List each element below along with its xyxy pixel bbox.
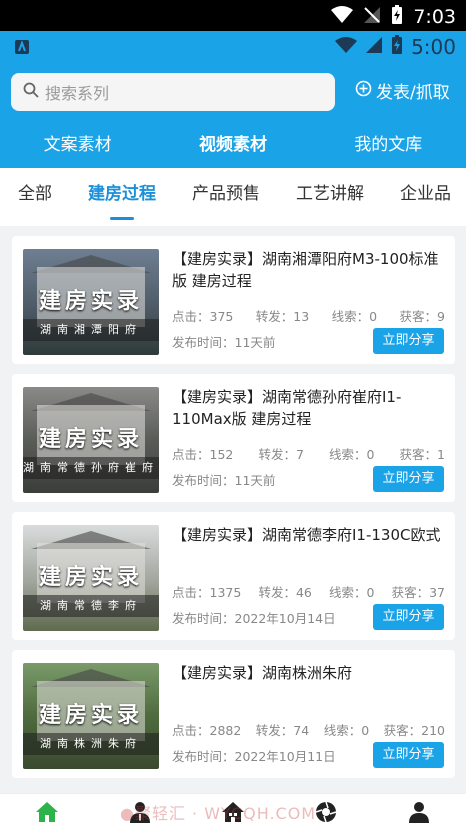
system-status-bar: 7:03 bbox=[0, 0, 466, 31]
share-now-button[interactable]: 立即分享 bbox=[373, 466, 444, 492]
battery-charging-icon bbox=[391, 5, 403, 29]
signal-icon bbox=[365, 36, 383, 58]
video-thumbnail[interactable]: 建房实录 湖南常德孙府崔府 bbox=[23, 387, 159, 493]
tab-copy-materials[interactable]: 文案素材 bbox=[0, 125, 155, 165]
watermark: ●聚轻汇 · WYCQH.COM bbox=[120, 804, 317, 823]
video-thumbnail[interactable]: 建房实录 湖南常德李府 bbox=[23, 525, 159, 631]
tab-construction-process[interactable]: 建房过程 bbox=[88, 168, 156, 226]
post-fetch-button[interactable]: 发表/抓取 bbox=[355, 78, 450, 103]
thumbnail-title: 建房实录 bbox=[38, 288, 143, 314]
clicks-count: 点击：152 bbox=[172, 447, 234, 462]
list-item[interactable]: 建房实录 湖南常德李府 【建房实录】湖南常德李府I1-130C欧式 点击：137… bbox=[12, 512, 455, 640]
video-title: 【建房实录】湖南常德孙府崔府I1-110Max版 建房过程 bbox=[172, 388, 402, 428]
aperture-icon bbox=[314, 800, 338, 828]
shares-count: 转发：13 bbox=[255, 309, 310, 324]
clicks-count: 点击：2882 bbox=[172, 723, 242, 738]
tab-product-presale[interactable]: 产品预售 bbox=[192, 168, 260, 226]
leads-count: 线索：0 bbox=[329, 447, 375, 462]
publish-time: 发布时间：11天前 bbox=[172, 473, 276, 488]
list-item[interactable]: 建房实录 湖南湘潭阳府 【建房实录】湖南湘潭阳府M3-100标准版 建房过程 点… bbox=[12, 236, 455, 364]
leads-count: 线索：0 bbox=[329, 585, 375, 600]
leads-count: 线索：0 bbox=[323, 723, 370, 738]
search-icon bbox=[23, 82, 39, 102]
plus-circle-icon bbox=[355, 80, 372, 102]
app-notification-icon bbox=[14, 39, 30, 59]
no-signal-icon bbox=[363, 6, 381, 28]
wifi-icon bbox=[335, 36, 358, 58]
thumbnail-subtitle: 湖南常德李府 bbox=[23, 595, 159, 617]
battery-icon bbox=[391, 35, 403, 59]
system-time: 7:03 bbox=[413, 6, 456, 28]
nav-home[interactable] bbox=[27, 794, 67, 833]
video-stats: 点击：152 转发：7 线索：0 获客：1 bbox=[172, 444, 445, 463]
search-input[interactable]: 搜索系列 bbox=[11, 73, 335, 111]
video-thumbnail[interactable]: 建房实录 湖南株洲朱府 bbox=[23, 663, 159, 769]
thumbnail-subtitle: 湖南常德孙府崔府 bbox=[23, 457, 159, 479]
app-time: 5:00 bbox=[411, 35, 456, 59]
user-icon bbox=[407, 800, 431, 828]
search-placeholder: 搜索系列 bbox=[45, 84, 110, 103]
customers-count: 获客：1 bbox=[399, 447, 445, 462]
video-stats: 点击：1375 转发：46 线索：0 获客：37 bbox=[172, 582, 445, 601]
list-item[interactable]: 建房实录 湖南株洲朱府 【建房实录】湖南株洲朱府 点击：2882 转发：74 线… bbox=[12, 650, 455, 778]
video-thumbnail[interactable]: 建房实录 湖南湘潭阳府 bbox=[23, 249, 159, 355]
clicks-count: 点击：1375 bbox=[172, 585, 242, 600]
publish-time: 发布时间：2022年10月11日 bbox=[172, 749, 336, 764]
customers-count: 获客：37 bbox=[391, 585, 445, 600]
shares-count: 转发：7 bbox=[258, 447, 304, 462]
video-title: 【建房实录】湖南常德李府I1-130C欧式 bbox=[172, 526, 441, 544]
shares-count: 转发：74 bbox=[255, 723, 310, 738]
publish-time: 发布时间：2022年10月14日 bbox=[172, 611, 336, 626]
shares-count: 转发：46 bbox=[258, 585, 312, 600]
share-now-button[interactable]: 立即分享 bbox=[373, 742, 444, 768]
post-fetch-label: 发表/抓取 bbox=[376, 83, 450, 103]
customers-count: 获客：9 bbox=[399, 309, 445, 324]
list-item[interactable]: 建房实录 湖南常德孙府崔府 【建房实录】湖南常德孙府崔府I1-110Max版 建… bbox=[12, 374, 455, 502]
category-tabs: 全部 建房过程 产品预售 工艺讲解 企业品 bbox=[0, 168, 466, 226]
video-title: 【建房实录】湖南湘潭阳府M3-100标准版 建房过程 bbox=[172, 250, 439, 290]
thumbnail-title: 建房实录 bbox=[38, 702, 143, 728]
thumbnail-title: 建房实录 bbox=[38, 426, 143, 452]
main-tabs: 文案素材 视频素材 我的文库 bbox=[0, 125, 466, 165]
thumbnail-subtitle: 湖南株洲朱府 bbox=[23, 733, 159, 755]
publish-time: 发布时间：11天前 bbox=[172, 335, 276, 350]
tab-video-materials[interactable]: 视频素材 bbox=[155, 125, 310, 165]
tab-all[interactable]: 全部 bbox=[18, 168, 52, 226]
wifi-icon bbox=[331, 6, 354, 28]
clicks-count: 点击：375 bbox=[172, 309, 234, 324]
tab-craft-explanation[interactable]: 工艺讲解 bbox=[296, 168, 364, 226]
video-title: 【建房实录】湖南株洲朱府 bbox=[172, 664, 353, 682]
thumbnail-title: 建房实录 bbox=[38, 564, 143, 590]
header: 搜索系列 发表/抓取 文案素材 视频素材 我的文库 bbox=[0, 63, 466, 168]
leads-count: 线索：0 bbox=[331, 309, 378, 324]
share-now-button[interactable]: 立即分享 bbox=[373, 604, 444, 630]
tab-enterprise[interactable]: 企业品 bbox=[400, 168, 451, 226]
share-now-button[interactable]: 立即分享 bbox=[373, 328, 444, 354]
thumbnail-subtitle: 湖南湘潭阳府 bbox=[23, 319, 159, 341]
home-icon bbox=[35, 801, 59, 827]
nav-profile[interactable] bbox=[399, 794, 439, 833]
app-status-bar: 5:00 bbox=[0, 31, 466, 63]
video-stats: 点击：2882 转发：74 线索：0 获客：210 bbox=[172, 720, 445, 739]
video-stats: 点击：375 转发：13 线索：0 获客：9 bbox=[172, 306, 445, 325]
customers-count: 获客：210 bbox=[383, 723, 445, 738]
tab-my-library[interactable]: 我的文库 bbox=[311, 125, 466, 165]
